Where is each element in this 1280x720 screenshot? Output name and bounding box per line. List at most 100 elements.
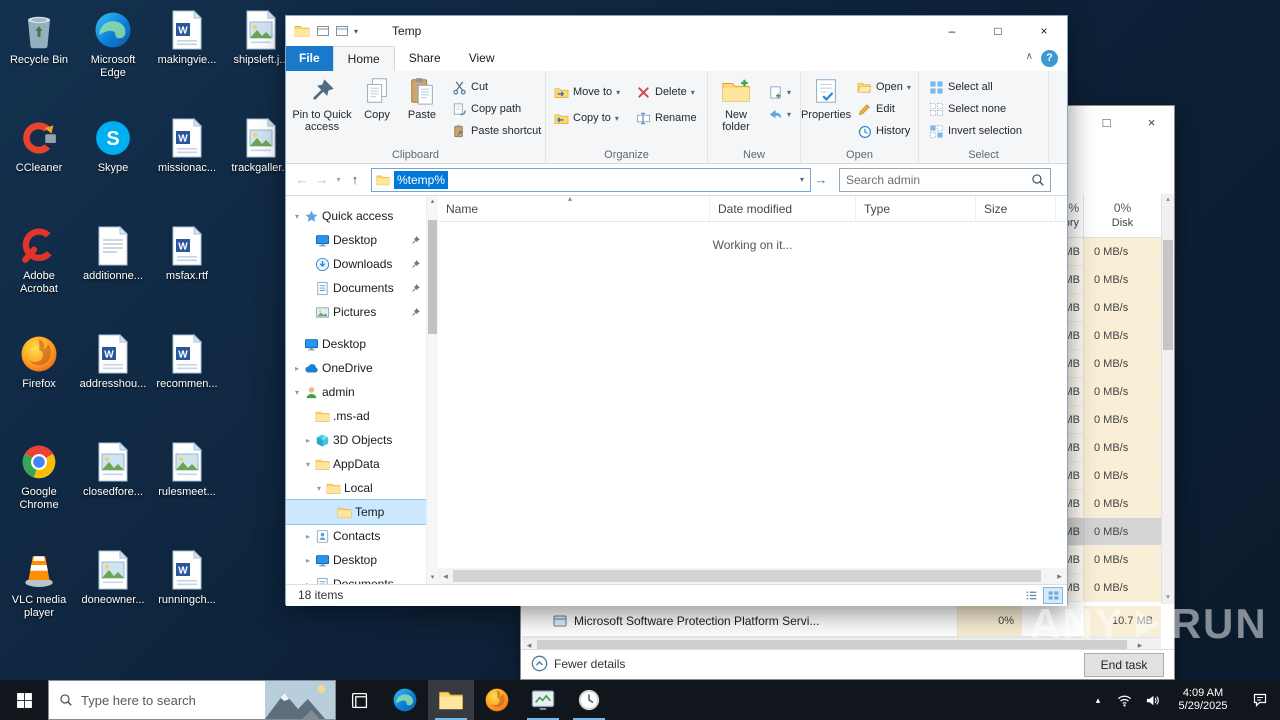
desktop-icon-runningch[interactable]: Wrunningch... — [150, 544, 224, 652]
nav-scrollbar[interactable]: ▴ ▾ — [426, 196, 438, 584]
nav-item-temp[interactable]: Temp — [286, 499, 426, 525]
tab-file[interactable]: File — [286, 46, 333, 71]
nav-item-desktop[interactable]: ▸ Desktop — [286, 548, 426, 572]
desktop-icon-google-chrome[interactable]: Google Chrome — [2, 436, 76, 544]
scroll-down-icon[interactable]: ▾ — [1162, 592, 1174, 604]
scroll-up-icon[interactable]: ▴ — [427, 196, 438, 208]
taskbar-clock[interactable]: 4:09 AM 5/29/2025 — [1166, 687, 1240, 713]
copy-button[interactable]: Copy — [356, 74, 398, 121]
nav-item-desktop[interactable]: Desktop — [286, 228, 426, 252]
tab-home[interactable]: Home — [332, 46, 395, 71]
taskbar-file-explorer-button[interactable] — [428, 680, 474, 720]
scroll-left-icon[interactable]: ◂ — [438, 568, 453, 584]
chevron-right-icon[interactable]: ▸ — [301, 556, 315, 565]
qat-customize-icon[interactable]: ▾ — [354, 27, 358, 36]
tab-view[interactable]: View — [455, 46, 509, 71]
scroll-down-icon[interactable]: ▾ — [427, 572, 438, 584]
taskmgr-process-row[interactable]: Microsoft Software Protection Platform S… — [522, 606, 1161, 637]
search-icon[interactable] — [1031, 173, 1045, 187]
column-header-type[interactable]: Type — [856, 196, 976, 221]
nav-item-local[interactable]: ▾ Local — [286, 476, 426, 500]
go-button[interactable]: → — [811, 172, 831, 187]
explorer-titlebar[interactable]: ▾ Temp – □ × — [286, 16, 1067, 46]
desktop-icon-adobe-acrobat[interactable]: Adobe Acrobat — [2, 220, 76, 328]
taskbar-search[interactable]: Type here to search — [48, 680, 336, 720]
taskbar-task-manager-button[interactable] — [520, 680, 566, 720]
fewer-details-button[interactable]: Fewer details — [531, 655, 625, 672]
nav-item-documents[interactable]: ▸ Documents — [286, 572, 426, 584]
disk-column-header[interactable]: 0% Disk — [1083, 194, 1161, 237]
help-button[interactable]: ? — [1041, 50, 1058, 67]
desktop-icon-msfax-rtf[interactable]: Wmsfax.rtf — [150, 220, 224, 328]
select-none-button[interactable]: Select none — [925, 98, 1026, 120]
new-folder-button[interactable]: New folder — [710, 74, 762, 133]
nav-item-downloads[interactable]: Downloads — [286, 252, 426, 276]
taskbar-clock-app-button[interactable] — [566, 680, 612, 720]
start-button[interactable] — [0, 680, 48, 720]
desktop-icon-skype[interactable]: S Skype — [76, 112, 150, 220]
nav-item-desktop[interactable]: Desktop — [286, 332, 426, 356]
nav-item-admin[interactable]: ▾ admin — [286, 380, 426, 404]
paste-button[interactable]: Paste — [400, 74, 444, 121]
rename-button[interactable]: Rename — [632, 105, 701, 131]
volume-icon[interactable] — [1138, 680, 1166, 720]
chevron-right-icon[interactable]: ▸ — [290, 364, 304, 373]
taskbar-edge-button[interactable] — [382, 680, 428, 720]
desktop-icon-firefox[interactable]: Firefox — [2, 328, 76, 436]
notification-center-button[interactable] — [1240, 680, 1280, 720]
desktop-icon-recycle-bin[interactable]: Recycle Bin — [2, 4, 76, 112]
nav-item-pictures[interactable]: Pictures — [286, 300, 426, 324]
nav-item-quick-access[interactable]: ▾ Quick access — [286, 204, 426, 228]
pin-to-quick-access-button[interactable]: Pin to Quick access — [290, 74, 354, 133]
chevron-down-icon[interactable]: ▾ — [290, 212, 304, 221]
address-dropdown-icon[interactable]: ▾ — [794, 175, 810, 184]
nav-item-ms-ad[interactable]: .ms-ad — [286, 404, 426, 428]
desktop-icon-vlc-media-player[interactable]: VLC media player — [2, 544, 76, 652]
move-to-button[interactable]: Move to ▾ — [550, 79, 624, 105]
network-icon[interactable] — [1110, 680, 1138, 720]
explorer-close-button[interactable]: × — [1021, 16, 1067, 46]
column-header-date-modified[interactable]: Date modified — [710, 196, 856, 221]
edit-button[interactable]: Edit — [853, 98, 915, 120]
desktop-icon-makingvie[interactable]: Wmakingvie... — [150, 4, 224, 112]
chevron-down-icon[interactable]: ▾ — [312, 484, 326, 493]
taskbar-firefox-button[interactable] — [474, 680, 520, 720]
chevron-right-icon[interactable]: ▸ — [301, 436, 315, 445]
desktop-icon-doneowner[interactable]: doneowner... — [76, 544, 150, 652]
nav-item-contacts[interactable]: ▸ Contacts — [286, 524, 426, 548]
taskmgr-vertical-scrollbar[interactable]: ▴ ▾ — [1161, 194, 1174, 604]
end-task-button[interactable]: End task — [1084, 653, 1164, 677]
delete-button[interactable]: Delete ▾ — [632, 79, 701, 105]
taskmgr-close-button[interactable]: × — [1129, 106, 1174, 138]
details-view-button[interactable] — [1021, 587, 1041, 604]
desktop-icon-recommen[interactable]: Wrecommen... — [150, 328, 224, 436]
properties-button[interactable]: Properties — [801, 74, 851, 121]
quick-access-toolbar[interactable]: ▾ — [316, 24, 358, 38]
scrollbar-thumb[interactable] — [1163, 240, 1173, 350]
copy-to-button[interactable]: Copy to ▾ — [550, 105, 624, 131]
copy-path-button[interactable]: Copy path — [448, 98, 545, 120]
tab-share[interactable]: Share — [395, 46, 455, 71]
qat-icon[interactable] — [316, 24, 330, 38]
nav-item-3d-objects[interactable]: ▸ 3D Objects — [286, 428, 426, 452]
select-all-button[interactable]: Select all — [925, 76, 1026, 98]
search-box[interactable]: Search admin — [839, 167, 1051, 192]
address-text-selected[interactable]: %temp% — [394, 170, 449, 189]
explorer-maximize-button[interactable]: □ — [975, 16, 1021, 46]
invert-selection-button[interactable]: Invert selection — [925, 120, 1026, 142]
desktop-icon-rulesmeet[interactable]: rulesmeet... — [150, 436, 224, 544]
scrollbar-thumb[interactable] — [453, 570, 1041, 582]
taskmgr-maximize-button[interactable]: □ — [1084, 106, 1129, 138]
qat-icon[interactable] — [335, 24, 349, 38]
history-button[interactable]: History — [853, 120, 915, 142]
explorer-minimize-button[interactable]: – — [929, 16, 975, 46]
task-view-button[interactable] — [336, 680, 382, 720]
chevron-down-icon[interactable]: ▾ — [290, 388, 304, 397]
up-button[interactable]: ↑ — [345, 172, 365, 187]
desktop-icon-addresshou[interactable]: Waddresshou... — [76, 328, 150, 436]
easy-access-button[interactable]: ▾ — [764, 103, 795, 125]
chevron-down-icon[interactable]: ▾ — [301, 460, 315, 469]
scrollbar-thumb[interactable] — [428, 220, 437, 334]
large-icons-view-button[interactable] — [1043, 587, 1063, 604]
nav-item-onedrive[interactable]: ▸ OneDrive — [286, 356, 426, 380]
